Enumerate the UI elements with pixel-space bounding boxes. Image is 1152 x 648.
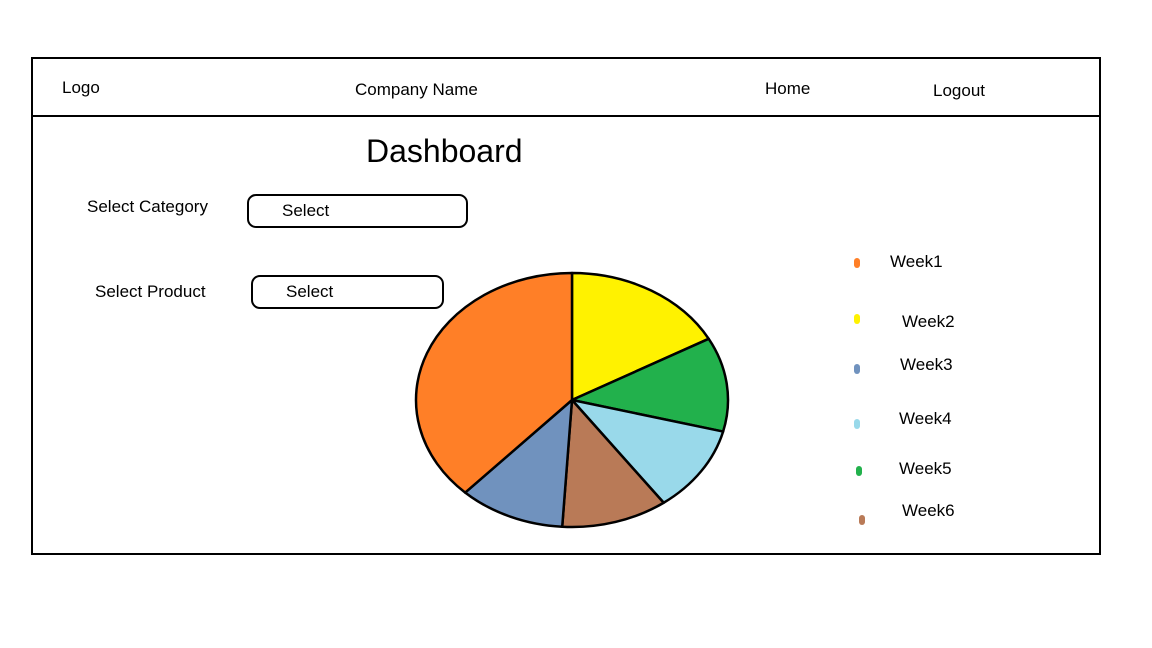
legend-swatch-week2 bbox=[854, 314, 860, 324]
legend-label-week2: Week2 bbox=[902, 312, 955, 331]
legend-label-week6: Week6 bbox=[902, 501, 955, 520]
dashboard-window: Logo Company Name Home Logout Dashboard … bbox=[31, 57, 1101, 555]
legend-swatch-week5 bbox=[856, 466, 862, 476]
legend-swatch-week1 bbox=[854, 258, 860, 268]
legend-swatch-week3 bbox=[854, 364, 860, 374]
legend-label-week1: Week1 bbox=[890, 252, 943, 271]
legend-label-week3: Week3 bbox=[900, 355, 953, 374]
legend-swatch-week6 bbox=[859, 515, 865, 525]
legend-swatch-week4 bbox=[854, 419, 860, 429]
legend-label-week4: Week4 bbox=[899, 409, 952, 428]
legend-label-week5: Week5 bbox=[899, 459, 952, 478]
